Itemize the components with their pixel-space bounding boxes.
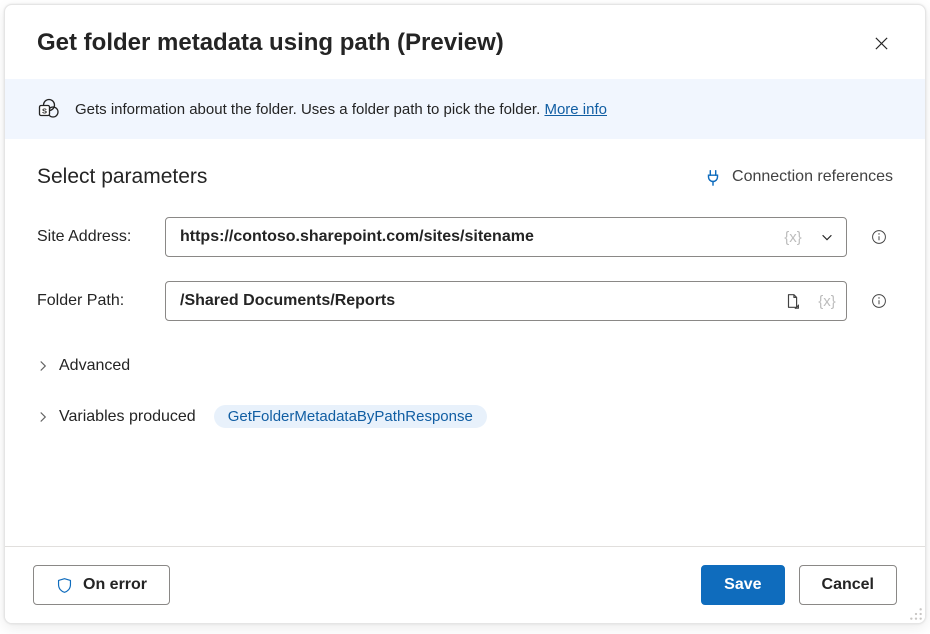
variables-produced-label: Variables produced — [59, 408, 196, 426]
close-icon — [874, 36, 889, 51]
info-banner-description: Gets information about the folder. Uses … — [75, 101, 544, 118]
chevron-right-icon — [37, 411, 49, 423]
dialog-footer: On error Save Cancel — [5, 546, 925, 623]
on-error-button[interactable]: On error — [33, 565, 170, 605]
svg-text:S: S — [42, 106, 47, 115]
expression-button[interactable]: {x} — [812, 286, 842, 316]
more-info-link[interactable]: More info — [544, 101, 607, 118]
variables-produced-expander[interactable]: Variables produced GetFolderMetadataByPa… — [37, 401, 893, 432]
info-icon — [871, 227, 887, 247]
cancel-label: Cancel — [822, 576, 874, 594]
dialog-title: Get folder metadata using path (Preview) — [37, 29, 504, 57]
folder-path-input[interactable] — [178, 291, 774, 311]
sharepoint-icon: S — [37, 97, 61, 121]
site-address-input[interactable] — [178, 227, 774, 247]
dialog-header: Get folder metadata using path (Preview) — [5, 5, 925, 79]
dialog-body: Select parameters Connection references … — [5, 139, 925, 546]
advanced-expander[interactable]: Advanced — [37, 353, 893, 379]
close-button[interactable] — [865, 27, 897, 59]
file-picker-icon — [784, 292, 802, 310]
connection-references-button[interactable]: Connection references — [704, 168, 893, 186]
folder-picker-button[interactable] — [778, 286, 808, 316]
info-banner: S Gets information about the folder. Use… — [5, 79, 925, 139]
folder-path-info-button[interactable] — [865, 287, 893, 315]
on-error-label: On error — [83, 576, 147, 594]
plug-icon — [704, 168, 722, 186]
save-label: Save — [724, 576, 761, 594]
variable-icon: {x} — [784, 229, 802, 246]
site-address-label: Site Address: — [37, 228, 147, 246]
connection-references-label: Connection references — [732, 168, 893, 186]
info-banner-text: Gets information about the folder. Uses … — [75, 101, 607, 118]
variable-chip[interactable]: GetFolderMetadataByPathResponse — [214, 405, 487, 428]
shield-icon — [56, 577, 73, 594]
save-button[interactable]: Save — [701, 565, 784, 605]
footer-actions: Save Cancel — [701, 565, 897, 605]
parameters-header-row: Select parameters Connection references — [37, 165, 893, 189]
folder-path-label: Folder Path: — [37, 292, 147, 310]
info-icon — [871, 291, 887, 311]
field-row-folder-path: Folder Path: {x} — [37, 281, 893, 321]
cancel-button[interactable]: Cancel — [799, 565, 897, 605]
chevron-right-icon — [37, 360, 49, 372]
chevron-down-icon — [820, 230, 834, 244]
site-address-dropdown-button[interactable] — [812, 222, 842, 252]
folder-path-input-wrap: {x} — [165, 281, 847, 321]
expression-button[interactable]: {x} — [778, 222, 808, 252]
parameters-title: Select parameters — [37, 165, 207, 189]
dialog: Get folder metadata using path (Preview)… — [4, 4, 926, 624]
variable-icon: {x} — [818, 293, 836, 310]
site-address-info-button[interactable] — [865, 223, 893, 251]
resize-grip-icon[interactable] — [909, 607, 923, 621]
site-address-input-wrap: {x} — [165, 217, 847, 257]
advanced-label: Advanced — [59, 357, 130, 375]
field-row-site-address: Site Address: {x} — [37, 217, 893, 257]
